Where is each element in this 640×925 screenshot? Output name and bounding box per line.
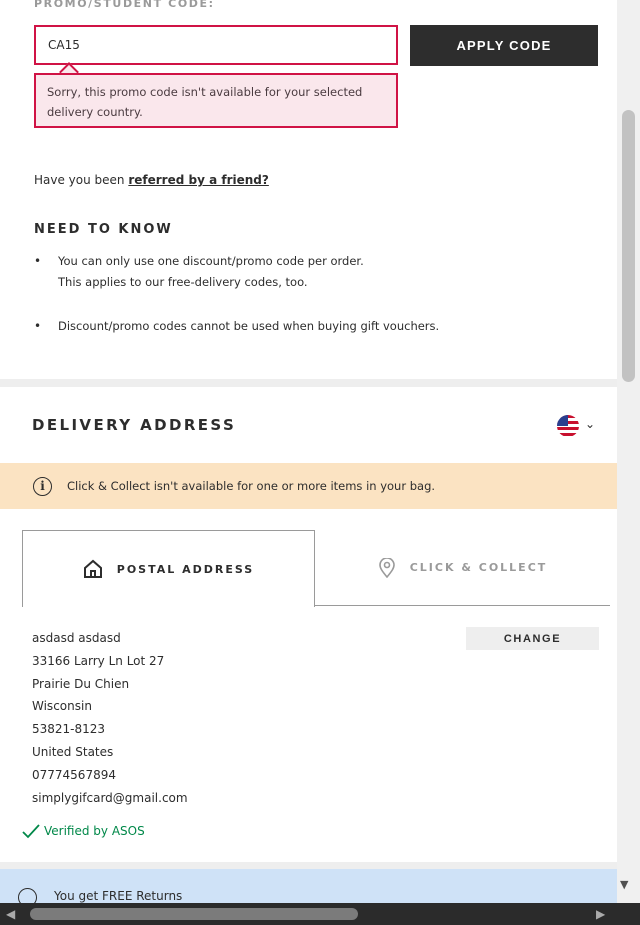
referred-by-friend-link[interactable]: referred by a friend? [128,173,269,187]
postal-address-block: asdasd asdasd 33166 Larry Ln Lot 27 Prai… [32,627,188,809]
delivery-method-tabs: POSTAL ADDRESS CLICK & COLLECT [22,530,610,607]
promo-code-input[interactable]: CA15 [34,25,398,65]
home-icon [83,559,103,579]
horizontal-scroll-thumb[interactable] [30,908,358,920]
need-to-know-item-line: Discount/promo codes cannot be used when… [58,319,440,333]
need-to-know-heading: NEED TO KNOW [34,222,173,237]
referred-prefix: Have you been [34,173,129,187]
info-banner-text: Click & Collect isn't available for one … [67,479,436,493]
change-address-button[interactable]: CHANGE [466,627,599,650]
checkout-viewport: PROMO/STUDENT CODE: CA15 APPLY CODE Sorr… [0,0,617,903]
tab-collect-label: CLICK & COLLECT [409,561,548,574]
tab-click-collect[interactable]: CLICK & COLLECT [315,530,610,606]
address-line: 33166 Larry Ln Lot 27 [32,653,165,668]
need-to-know-item: Discount/promo codes cannot be used when… [34,316,594,337]
click-collect-info-banner: i Click & Collect isn't available for on… [0,463,617,509]
horizontal-scrollbar[interactable]: ◀ ▶ [0,903,640,925]
scroll-right-arrow-icon[interactable]: ▶ [596,907,605,921]
need-to-know-list: You can only use one discount/promo code… [34,251,594,360]
info-icon: i [33,476,52,496]
address-line: asdasd asdasd [32,631,121,645]
tab-postal-address[interactable]: POSTAL ADDRESS [22,530,315,607]
promo-code-label: PROMO/STUDENT CODE: [34,0,215,10]
vertical-scroll-thumb[interactable] [622,110,635,382]
chevron-down-icon[interactable]: ⌄ [585,417,595,431]
free-returns-banner: You get FREE Returns [0,869,617,903]
need-to-know-item-line: This applies to our free-delivery codes,… [58,275,308,289]
verified-badge: Verified by ASOS [22,823,145,839]
address-line: Wisconsin [32,699,92,714]
delivery-address-section: DELIVERY ADDRESS ⌄ i Click & Collect isn… [0,387,617,862]
scrollbar-corner [617,903,640,925]
referred-text: Have you been referred by a friend? [34,173,269,187]
tab-postal-label: POSTAL ADDRESS [116,562,255,576]
promo-section: PROMO/STUDENT CODE: CA15 APPLY CODE Sorr… [0,0,617,379]
scroll-left-arrow-icon[interactable]: ◀ [6,907,15,921]
scroll-down-arrow-icon[interactable]: ▼ [620,878,628,891]
location-pin-icon [378,557,396,578]
info-icon [18,888,37,903]
verified-label: Verified by ASOS [44,824,145,838]
checkmark-icon [22,824,40,839]
us-flag-icon[interactable] [557,415,579,437]
address-line: simplygifcard@gmail.com [32,790,188,805]
address-line: Prairie Du Chien [32,676,130,691]
apply-code-button[interactable]: APPLY CODE [410,25,598,66]
free-returns-text: You get FREE Returns [54,889,183,903]
need-to-know-item-line: You can only use one discount/promo code… [58,254,364,268]
address-line: 07774567894 [32,767,116,782]
address-line: United States [32,744,114,759]
address-line: 53821-8123 [32,722,106,737]
promo-code-value: CA15 [48,38,80,52]
vertical-scrollbar[interactable] [617,0,640,903]
delivery-address-title: DELIVERY ADDRESS [32,416,237,434]
need-to-know-item: You can only use one discount/promo code… [34,251,594,293]
promo-error-message: Sorry, this promo code isn't available f… [34,73,398,128]
